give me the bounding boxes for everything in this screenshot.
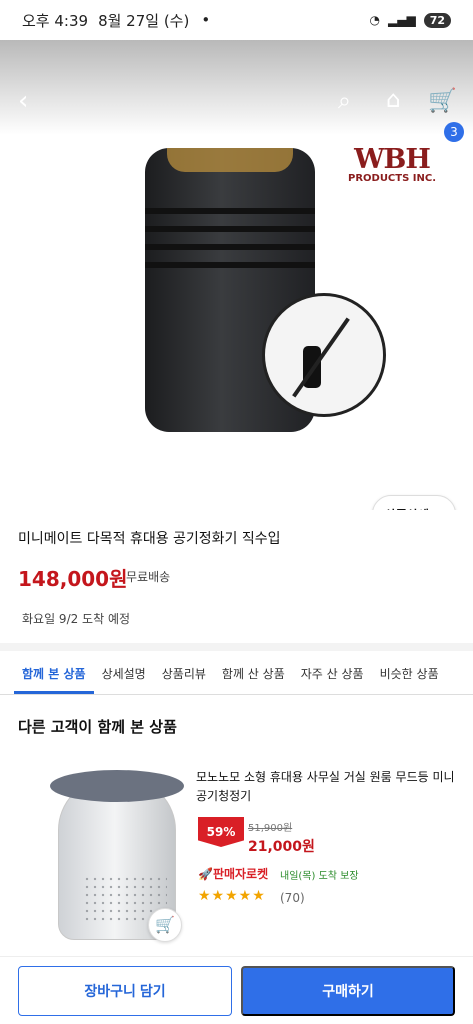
status-icons: ◔ ▂▄▆ 72 — [369, 12, 451, 28]
discount-badge: 59% — [198, 817, 244, 847]
status-bar: 오후 4:39 8월 27일 (수) • ◔ ▂▄▆ 72 — [0, 0, 473, 40]
home-icon[interactable]: ⌂ — [386, 89, 401, 112]
tab-bought-together[interactable]: 함께 산 상품 — [214, 651, 293, 694]
add-to-cart-icon[interactable]: 🛒 — [148, 908, 182, 942]
header-gradient — [0, 40, 473, 135]
review-count: (70) — [280, 891, 305, 905]
status-date: 8월 27일 (수) — [98, 11, 190, 30]
tab-similar-products[interactable]: 비슷한 상품 — [372, 651, 447, 694]
status-time: 오후 4:39 — [22, 11, 89, 30]
purifier-lid — [50, 770, 184, 802]
tab-reviews[interactable]: 상품리뷰 — [154, 651, 214, 694]
vent-line — [145, 262, 315, 268]
cart-icon[interactable]: 🛒 — [428, 90, 457, 113]
section-divider — [0, 643, 473, 651]
vent-line — [145, 226, 315, 232]
brand-mark: WBH — [354, 144, 431, 175]
search-icon[interactable]: ⌕ — [338, 90, 351, 113]
vent-line — [145, 244, 315, 250]
product-price: 148,000원 — [18, 567, 128, 591]
product-detail-button[interactable]: 상품상세 > — [372, 495, 456, 510]
back-arrow-icon[interactable]: ‹ — [18, 88, 28, 114]
product-title: 미니메이트 다목적 휴대용 공기정화기 직수입 — [18, 531, 281, 547]
signal-icon: ▂▄▆ — [388, 13, 416, 27]
product-tabs: 함께 본 상품 상세설명 상품리뷰 함께 산 상품 자주 산 상품 비슷한 상품 — [0, 651, 473, 695]
brand-text: PRODUCTS INC. — [347, 173, 437, 184]
rating-stars: ★★★★★ — [198, 888, 266, 904]
guaranteed-delivery-text: 내일(목) 도착 보장 — [280, 871, 359, 882]
original-price: 51,900원 — [248, 823, 293, 834]
purifier-top-grille — [167, 148, 293, 172]
cart-count-badge: 3 — [444, 122, 464, 142]
battery-level: 72 — [423, 12, 451, 28]
tab-viewed-together[interactable]: 함께 본 상품 — [14, 651, 94, 694]
vent-line — [145, 208, 315, 214]
delivery-estimate: 화요일 9/2 도착 예정 — [22, 612, 131, 626]
brand-logo: WBH PRODUCTS INC. — [346, 144, 438, 184]
recommendations-title: 다른 고객이 함께 본 상품 — [18, 718, 177, 736]
neck-cord-detail-image — [262, 293, 386, 417]
status-dot: • — [201, 11, 211, 29]
buy-now-button[interactable]: 구매하기 — [241, 966, 455, 1016]
wifi-icon: ◔ — [369, 13, 380, 27]
sale-price: 21,000원 — [248, 839, 315, 855]
product-image-gallery[interactable]: ‹ ⌕ ⌂ 🛒 3 WBH PRODUCTS INC. 상품상세 > — [0, 40, 473, 510]
seller-rocket-badge: 🚀판매자로켓 — [198, 867, 269, 881]
tab-description[interactable]: 상세설명 — [94, 651, 154, 694]
tab-frequently-bought[interactable]: 자주 산 상품 — [293, 651, 372, 694]
add-to-cart-button[interactable]: 장바구니 담기 — [18, 966, 232, 1016]
bottom-purchase-bar: 장바구니 담기 구매하기 — [0, 956, 473, 1024]
free-shipping-label: 무료배송 — [126, 570, 171, 584]
recommended-product-name[interactable]: 모노노모 소형 휴대용 사무실 거실 원룸 무드등 미니 공기청정기 — [196, 768, 458, 806]
